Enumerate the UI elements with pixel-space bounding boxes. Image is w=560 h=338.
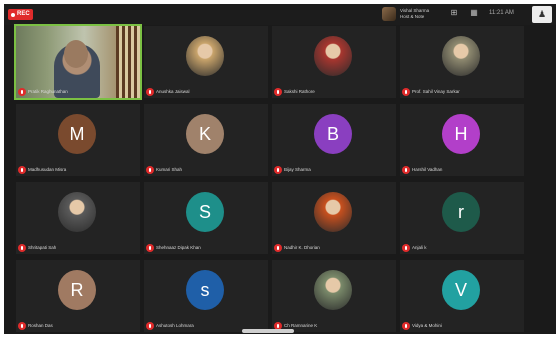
participant-nameplate: Madhusudan Misra xyxy=(18,166,66,174)
participant-tile[interactable]: B Bijay Sharma xyxy=(272,104,396,176)
profile-photo xyxy=(314,192,352,232)
participant-nameplate: Bijay Sharma xyxy=(274,166,311,174)
participant-nameplate: Ashutosh Lohmara xyxy=(146,322,194,330)
avatar-initial: B xyxy=(314,114,352,154)
muted-mic-icon xyxy=(18,166,26,174)
participant-grid: Pratik Raghunathan Anushka Jaiswal Sakshi … xyxy=(14,24,544,332)
muted-mic-icon xyxy=(18,88,26,96)
muted-mic-icon xyxy=(18,244,26,252)
participant-name: Vidya & Mohini xyxy=(412,323,442,328)
participant-tile[interactable]: M Madhusudan Misra xyxy=(16,104,140,176)
participant-tile[interactable]: Shritapati Sah xyxy=(16,182,140,254)
participant-nameplate: Roshan Das xyxy=(18,322,53,330)
participant-tile[interactable]: s Ashutosh Lohmara xyxy=(144,260,268,332)
participant-tile[interactable]: Pratik Raghunathan xyxy=(14,24,142,100)
recording-indicator: REC xyxy=(8,9,33,20)
avatar-initial: s xyxy=(186,270,224,310)
muted-mic-icon xyxy=(274,244,282,252)
participant-nameplate: Shehnaaz Dipak Khan xyxy=(146,244,201,252)
clock: 11:21 AM xyxy=(489,9,514,16)
participant-name: Bijay Sharma xyxy=(284,167,311,172)
muted-mic-icon xyxy=(274,166,282,174)
muted-mic-icon xyxy=(146,88,154,96)
participant-nameplate: Nadhir K. Dhorian xyxy=(274,244,320,252)
avatar-initial: S xyxy=(186,192,224,232)
speaker-subtitle: Host & Note xyxy=(400,14,425,19)
participant-nameplate: Anushka Jaiswal xyxy=(146,88,190,96)
participant-name: Madhusudan Misra xyxy=(28,167,67,172)
muted-mic-icon xyxy=(402,244,410,252)
participant-name: Anushka Jaiswal xyxy=(156,89,190,94)
participant-name: Shehnaaz Dipak Khan xyxy=(156,245,201,250)
participant-nameplate: Sakshi Rathore xyxy=(274,88,315,96)
profile-photo xyxy=(186,36,224,76)
participant-nameplate: Harshil Vadhan xyxy=(402,166,442,174)
participant-name: Roshan Das xyxy=(28,323,53,328)
window-bars xyxy=(116,26,140,98)
profile-photo xyxy=(314,36,352,76)
participant-name: Ashutosh Lohmara xyxy=(156,323,194,328)
person-icon[interactable]: ♟ xyxy=(532,6,552,23)
participant-name: Anjali k xyxy=(412,245,427,250)
participant-nameplate: Prof. Sahil Vinay Sarkar xyxy=(402,88,460,96)
speaker-thumbnail xyxy=(382,7,396,21)
participant-tile[interactable]: R Roshan Das xyxy=(16,260,140,332)
avatar-initial: K xyxy=(186,114,224,154)
active-speaker-pill[interactable]: Vishal Sharma Host & Note xyxy=(382,7,429,21)
participant-name: Pratik Raghunathan xyxy=(28,89,68,94)
participant-nameplate: Pratik Raghunathan xyxy=(18,88,68,96)
participant-tile[interactable]: V Vidya & Mohini xyxy=(400,260,524,332)
recording-label: REC xyxy=(17,11,30,17)
muted-mic-icon xyxy=(274,88,282,96)
muted-mic-icon xyxy=(18,322,26,330)
profile-photo xyxy=(314,270,352,310)
avatar-initial: R xyxy=(58,270,96,310)
participant-name: Nadhir K. Dhorian xyxy=(284,245,320,250)
record-dot-icon xyxy=(11,12,15,17)
meeting-top-bar: REC Vishal Sharma Host & Note ⊞ ▦ 11:21 … xyxy=(4,4,556,25)
video-person-head xyxy=(64,40,88,68)
participant-name: Kumari Shah xyxy=(156,167,183,172)
grid-view-icon[interactable]: ⊞ xyxy=(449,8,459,17)
muted-mic-icon xyxy=(402,166,410,174)
participant-tile[interactable]: S Shehnaaz Dipak Khan xyxy=(144,182,268,254)
meeting-window: REC Vishal Sharma Host & Note ⊞ ▦ 11:21 … xyxy=(4,4,556,334)
profile-photo xyxy=(442,36,480,76)
participant-tile[interactable]: r Anjali k xyxy=(400,182,524,254)
muted-mic-icon xyxy=(402,322,410,330)
participant-tile[interactable]: H Harshil Vadhan xyxy=(400,104,524,176)
participant-tile[interactable]: K Kumari Shah xyxy=(144,104,268,176)
muted-mic-icon xyxy=(146,166,154,174)
participant-nameplate: Kumari Shah xyxy=(146,166,182,174)
muted-mic-icon xyxy=(146,244,154,252)
profile-photo xyxy=(58,192,96,232)
participant-tile[interactable]: Nadhir K. Dhorian xyxy=(272,182,396,254)
participant-name: Shritapati Sah xyxy=(28,245,57,250)
participant-nameplate: Anjali k xyxy=(402,244,427,252)
participant-tile[interactable]: Anushka Jaiswal xyxy=(144,26,268,98)
participant-tile[interactable]: Prof. Sahil Vinay Sarkar xyxy=(400,26,524,98)
participant-name: Prof. Sahil Vinay Sarkar xyxy=(412,89,460,94)
participant-nameplate: Vidya & Mohini xyxy=(402,322,442,330)
avatar-initial: r xyxy=(442,192,480,232)
scrollbar[interactable] xyxy=(242,329,294,333)
participant-nameplate: Shritapati Sah xyxy=(18,244,56,252)
avatar-initial: H xyxy=(442,114,480,154)
avatar-initial: V xyxy=(442,270,480,310)
participant-name: Sakshi Rathore xyxy=(284,89,315,94)
participant-tile[interactable]: Ch Ramnarine K xyxy=(272,260,396,332)
avatar-initial: M xyxy=(58,114,96,154)
muted-mic-icon xyxy=(146,322,154,330)
participant-name: Harshil Vadhan xyxy=(412,167,443,172)
fullscreen-icon[interactable]: ▦ xyxy=(469,8,479,17)
participant-tile[interactable]: Sakshi Rathore xyxy=(272,26,396,98)
muted-mic-icon xyxy=(402,88,410,96)
